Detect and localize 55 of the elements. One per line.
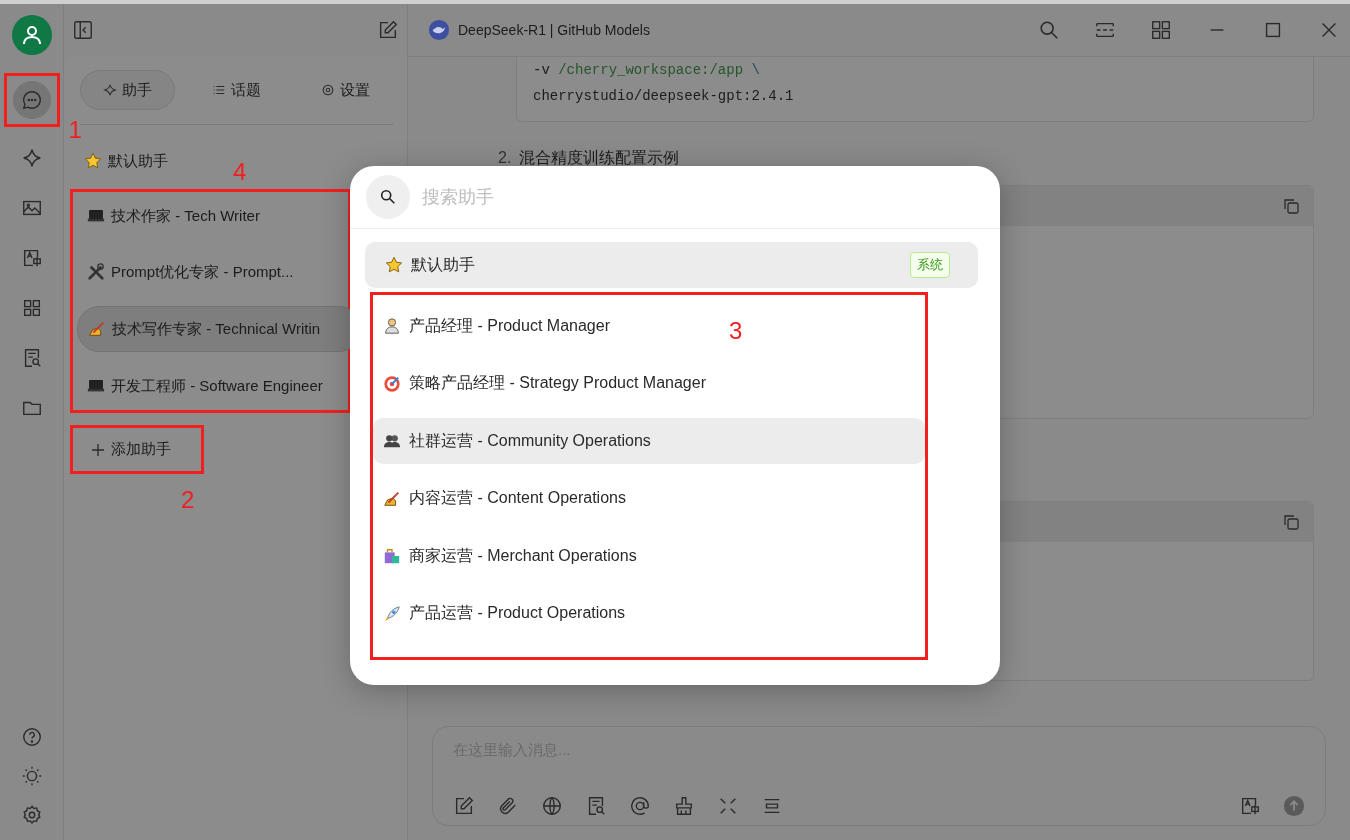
apps-icon[interactable] [1150, 19, 1172, 41]
user-avatar[interactable] [11, 15, 52, 55]
add-assistant-button[interactable]: 添加助手 [73, 428, 201, 471]
assistant-option[interactable]: 产品经理 - Product Manager [373, 303, 630, 349]
tools-icon [87, 263, 105, 281]
code-line: cherrystudio/deepseek-gpt:2.4.1 [533, 87, 795, 106]
new-chat-icon[interactable] [377, 19, 399, 41]
assistant-option[interactable]: 社群运营 - Community Operations [373, 418, 925, 464]
assistant-option[interactable]: 策略产品经理 - Strategy Product Manager [373, 360, 726, 407]
plus-icon [91, 442, 105, 457]
search-icon[interactable] [1038, 19, 1060, 41]
sun-icon[interactable] [20, 765, 43, 787]
paperclip-icon[interactable] [497, 795, 519, 817]
tab[interactable]: 设置 [298, 70, 393, 110]
section-heading: 2. 混合精度训练配置示例 [498, 148, 681, 168]
annotation-number: 1 [68, 118, 82, 142]
whale-logo-icon [428, 19, 450, 41]
target-icon [383, 374, 401, 393]
people-icon [383, 432, 401, 450]
tab[interactable]: 助手 [80, 70, 175, 110]
annotation-number: 4 [233, 160, 247, 184]
help-icon[interactable] [20, 726, 43, 748]
star-icon [84, 152, 102, 170]
assistant-item[interactable]: 技术作家 - Tech Writer [77, 194, 359, 238]
code-line: -v /cherry_workspace:/app \ [533, 61, 761, 80]
person-icon [383, 317, 401, 335]
assistant-option[interactable]: 商家运营 - Merchant Operations [373, 533, 657, 579]
assistant-option[interactable]: 内容运营 - Content Operations [373, 475, 646, 522]
broom-icon[interactable] [673, 795, 695, 817]
assistant-item[interactable]: Prompt优化专家 - Prompt... [77, 250, 359, 294]
tab[interactable]: 话题 [189, 70, 284, 110]
system-tag: 系统 [910, 252, 950, 278]
translate-icon[interactable] [1239, 795, 1261, 817]
chat-icon[interactable] [12, 81, 51, 119]
globe-icon[interactable] [541, 795, 563, 817]
search-field[interactable]: 搜索助手 [420, 185, 984, 209]
annotation-number: 2 [181, 488, 195, 512]
writing-hand-icon [88, 320, 106, 338]
assistant-item[interactable]: 开发工程师 - Software Engineer [77, 364, 359, 408]
assistant-item[interactable]: 默认助手 [70, 139, 182, 183]
sidebar-toggle-icon[interactable] [72, 19, 94, 41]
annotation-number: 3 [729, 319, 743, 343]
window-title: DeepSeek-R1 | GitHub Models [458, 22, 650, 38]
list-icon [212, 83, 226, 97]
writing-hand-icon [383, 489, 401, 508]
search-icon [366, 175, 410, 219]
shopping-bag-icon [383, 547, 401, 565]
edit-icon[interactable] [453, 795, 475, 817]
assistant-option[interactable]: 产品运营 - Product Operations [373, 590, 646, 637]
sparkle-icon [103, 83, 117, 97]
copy-icon[interactable] [1281, 196, 1301, 216]
copy-icon[interactable] [1281, 512, 1301, 532]
star-icon [385, 256, 403, 274]
at-sign-icon[interactable] [629, 795, 651, 817]
assistant-option[interactable]: 默认助手 系统 [365, 242, 978, 288]
